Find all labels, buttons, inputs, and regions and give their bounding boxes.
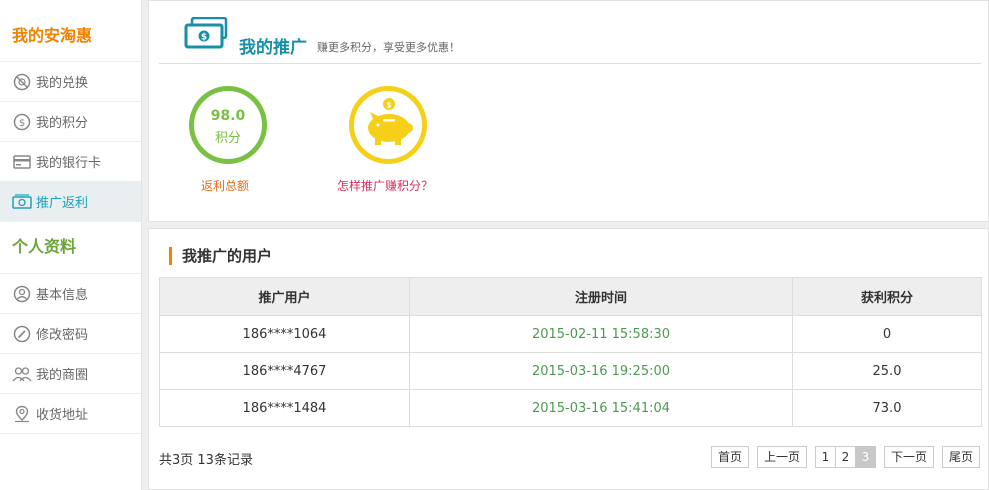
sidebar-item-promotion[interactable]: 推广返利 [0,182,141,222]
svg-text:$: $ [19,118,25,129]
how-to-promote-circle[interactable]: $ [349,86,427,164]
page-subtitle: 赚更多积分，享受更多优惠！ [317,41,460,54]
table-row: 186****1064 2015-02-11 15:58:30 0 [159,315,982,353]
page-number-button-current[interactable]: 3 [854,446,876,468]
sidebar-item-business-circle[interactable]: 我的商圈 [0,354,141,394]
page-number-button[interactable]: 1 [814,446,836,468]
sidebar-item-label: 基本信息 [36,288,89,303]
column-header: 注册时间 [409,277,793,316]
table-header-row: 推广用户 注册时间 获利积分 [159,277,982,316]
pencil-icon [12,324,32,344]
sidebar-item-label: 收货地址 [36,408,89,423]
column-header: 推广用户 [159,277,410,316]
points-cell: 25.0 [792,352,982,390]
coin-icon: $ [12,112,32,132]
exchange-icon [12,72,32,92]
rebate-total-circle: 98.0 积分 [189,86,267,164]
sidebar-item-label: 我的积分 [36,116,89,131]
last-page-button[interactable]: 尾页 [941,446,980,468]
column-header: 获利积分 [792,277,982,316]
svg-text:$: $ [201,33,207,43]
svg-text:$: $ [386,101,392,110]
page-header: $ 我的推广 赚更多积分，享受更多优惠！ [159,1,981,64]
page-title: 我的推广 [239,38,307,58]
sidebar-item-bank-card[interactable]: 我的银行卡 [0,142,141,182]
first-page-button[interactable]: 首页 [710,446,749,468]
sidebar-item-label: 推广返利 [36,196,89,211]
sidebar-item-change-password[interactable]: 修改密码 [0,314,141,354]
sidebar-section-title: 个人资料 [0,222,141,274]
next-page-button[interactable]: 下一页 [883,446,934,468]
section-title: 我推广的用户 [169,247,272,265]
sidebar-item-label: 修改密码 [36,328,89,343]
user-icon [12,284,32,304]
promoted-users-table: 推广用户 注册时间 获利积分 186****1064 2015-02-11 15… [159,277,982,427]
sidebar-item-label: 我的商圈 [36,368,89,383]
sidebar: 我的安淘惠 我的兑换 $ 我的积分 我的银行卡 推广返利 个人资料 基本信息 修… [0,0,142,490]
points-cell: 73.0 [792,389,982,427]
table-row: 186****1484 2015-03-16 15:41:04 73.0 [159,389,982,427]
time-cell: 2015-03-16 19:25:00 [409,352,793,390]
how-to-promote-link[interactable]: 怎样推广赚积分？ [337,177,433,194]
sidebar-item-address[interactable]: 收货地址 [0,394,141,434]
user-cell: 186****4767 [159,352,410,390]
group-icon [12,364,32,384]
user-cell: 186****1484 [159,389,410,427]
pagination: 首页 上一页 1 2 3 下一页 尾页 [703,446,980,468]
sidebar-item-basic-info[interactable]: 基本信息 [0,274,141,314]
points-cell: 0 [792,315,982,353]
bank-card-icon [12,152,32,172]
sidebar-item-label: 我的兑换 [36,76,89,91]
sidebar-item-points[interactable]: $ 我的积分 [0,102,141,142]
money-icon: $ [184,16,230,53]
sidebar-section-title: 我的安淘惠 [0,0,141,62]
sidebar-item-exchange[interactable]: 我的兑换 [0,62,141,102]
rebate-total-unit: 积分 [214,131,241,146]
promoted-users-panel: 我推广的用户 推广用户 注册时间 获利积分 186****1064 2015-0… [148,228,989,490]
page-number-button[interactable]: 2 [834,446,856,468]
sidebar-item-label: 我的银行卡 [36,156,102,171]
time-cell: 2015-02-11 15:58:30 [409,315,793,353]
prev-page-button[interactable]: 上一页 [756,446,807,468]
map-pin-icon [12,404,32,424]
time-cell: 2015-03-16 15:41:04 [409,389,793,427]
record-summary: 共3页 13条记录 [159,453,253,468]
promotion-summary-panel: $ 我的推广 赚更多积分，享受更多优惠！ 98.0 积分 返利总额 $ 怎样推广… [148,0,989,222]
money-icon [12,192,32,212]
user-cell: 186****1064 [159,315,410,353]
rebate-total-value: 98.0 [210,108,246,124]
rebate-total-label: 返利总额 [201,179,250,193]
table-row: 186****4767 2015-03-16 19:25:00 25.0 [159,352,982,390]
piggy-bank-icon: $ [360,97,416,153]
